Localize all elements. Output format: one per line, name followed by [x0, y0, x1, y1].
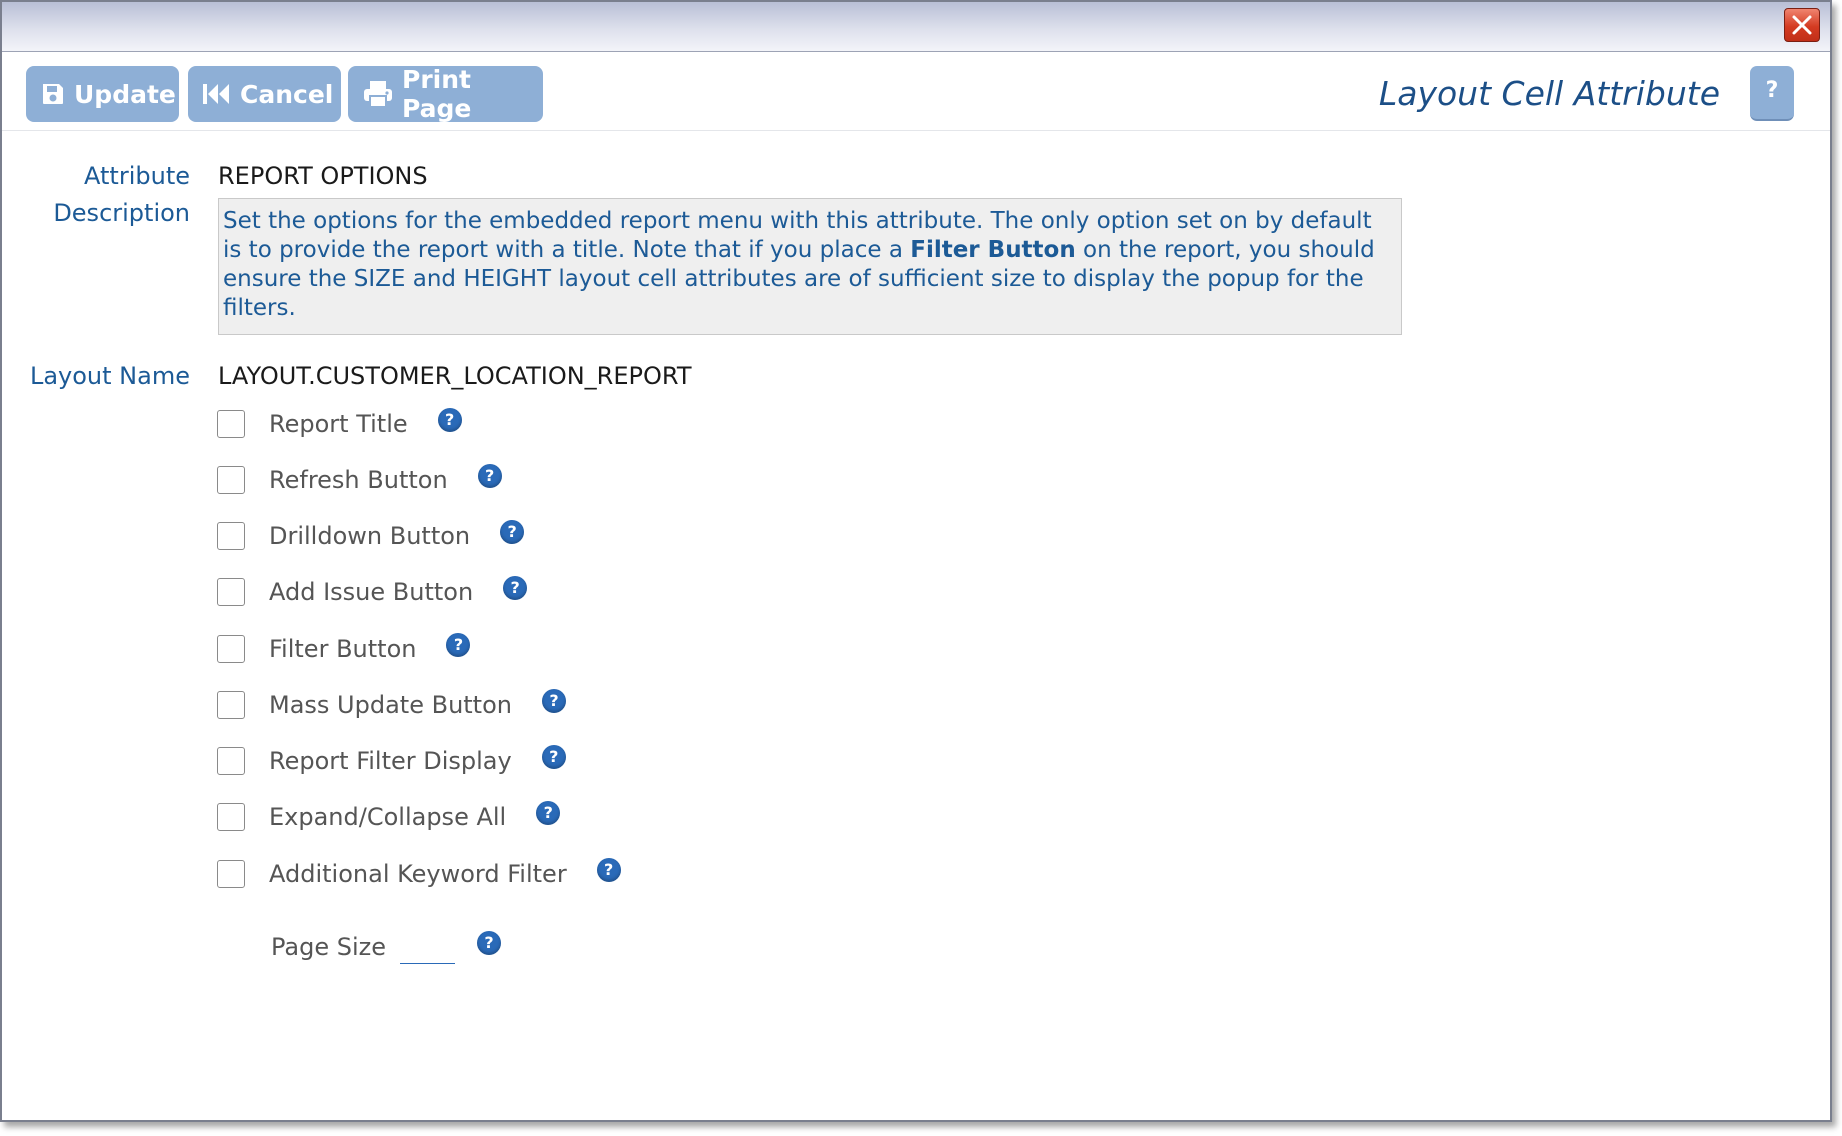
add-issue-button-checkbox[interactable]	[217, 578, 245, 606]
option-filter-button: Filter Button ?	[217, 633, 471, 664]
close-icon	[1792, 15, 1812, 35]
option-label: Report Filter Display	[269, 747, 512, 775]
page-size-input[interactable]	[400, 930, 455, 964]
layout-name-label: Layout Name	[29, 362, 190, 390]
help-icon[interactable]: ?	[477, 464, 502, 488]
help-icon[interactable]: ?	[446, 633, 471, 657]
help-icon[interactable]: ?	[542, 689, 566, 713]
update-button-label: Update	[74, 79, 176, 109]
help-icon[interactable]: ?	[541, 745, 566, 769]
toolbar: Update Cancel Print Page Layout Cell Att…	[2, 52, 1830, 131]
additional-keyword-filter-checkbox[interactable]	[217, 860, 245, 888]
description-text-bold: Filter Button	[910, 237, 1076, 263]
update-button[interactable]: Update	[26, 66, 179, 122]
help-icon[interactable]: ?	[477, 931, 501, 955]
option-label: Refresh Button	[269, 466, 448, 494]
option-label: Additional Keyword Filter	[269, 860, 567, 888]
description-label: Description	[53, 199, 190, 227]
attribute-label: Attribute	[84, 162, 190, 190]
help-icon[interactable]: ?	[437, 408, 462, 432]
print-page-button[interactable]: Print Page	[348, 65, 543, 123]
attribute-value: REPORT OPTIONS	[218, 162, 428, 190]
report-filter-display-checkbox[interactable]	[217, 747, 245, 775]
option-drilldown-button: Drilldown Button ?	[217, 520, 525, 551]
help-icon[interactable]: ?	[596, 858, 621, 882]
help-icon[interactable]: ?	[503, 576, 528, 600]
option-label: Report Title	[269, 410, 408, 438]
cancel-button[interactable]: Cancel	[188, 66, 341, 122]
option-label: Expand/Collapse All	[269, 803, 507, 831]
close-button[interactable]	[1784, 8, 1820, 42]
option-add-issue-button: Add Issue Button ?	[217, 576, 528, 607]
expand-collapse-all-checkbox[interactable]	[217, 803, 245, 831]
rewind-icon	[202, 81, 232, 107]
drilldown-button-checkbox[interactable]	[217, 522, 245, 550]
description-box: Set the options for the embedded report …	[218, 198, 1402, 335]
option-label: Drilldown Button	[269, 522, 471, 550]
page-size-label: Page Size	[271, 933, 386, 961]
option-label: Mass Update Button	[269, 691, 512, 719]
option-report-title: Report Title ?	[217, 408, 462, 439]
page-size-row: Page Size ?	[271, 930, 501, 964]
refresh-button-checkbox[interactable]	[217, 466, 245, 494]
filter-button-checkbox[interactable]	[217, 635, 245, 663]
help-button[interactable]: ?	[1750, 66, 1794, 121]
dialog-window: Update Cancel Print Page Layout Cell Att…	[0, 0, 1832, 1122]
option-mass-update-button: Mass Update Button ?	[217, 689, 566, 720]
report-title-checkbox[interactable]	[217, 410, 245, 438]
option-label: Add Issue Button	[269, 578, 474, 606]
printer-icon	[362, 79, 394, 109]
cancel-button-label: Cancel	[240, 79, 334, 109]
option-label: Filter Button	[269, 635, 417, 663]
save-icon	[40, 81, 66, 107]
help-icon[interactable]: ?	[536, 801, 561, 825]
option-expand-collapse-all: Expand/Collapse All ?	[217, 801, 561, 832]
option-additional-keyword-filter: Additional Keyword Filter ?	[217, 858, 621, 889]
layout-name-value: LAYOUT.CUSTOMER_LOCATION_REPORT	[218, 362, 692, 390]
print-page-button-label: Print Page	[402, 65, 472, 123]
mass-update-button-checkbox[interactable]	[217, 691, 245, 719]
title-bar[interactable]	[2, 2, 1830, 52]
option-refresh-button: Refresh Button ?	[217, 464, 502, 495]
help-icon[interactable]: ?	[500, 520, 525, 544]
page-title: Layout Cell Attribute	[1378, 74, 1720, 113]
option-report-filter-display: Report Filter Display ?	[217, 745, 566, 776]
